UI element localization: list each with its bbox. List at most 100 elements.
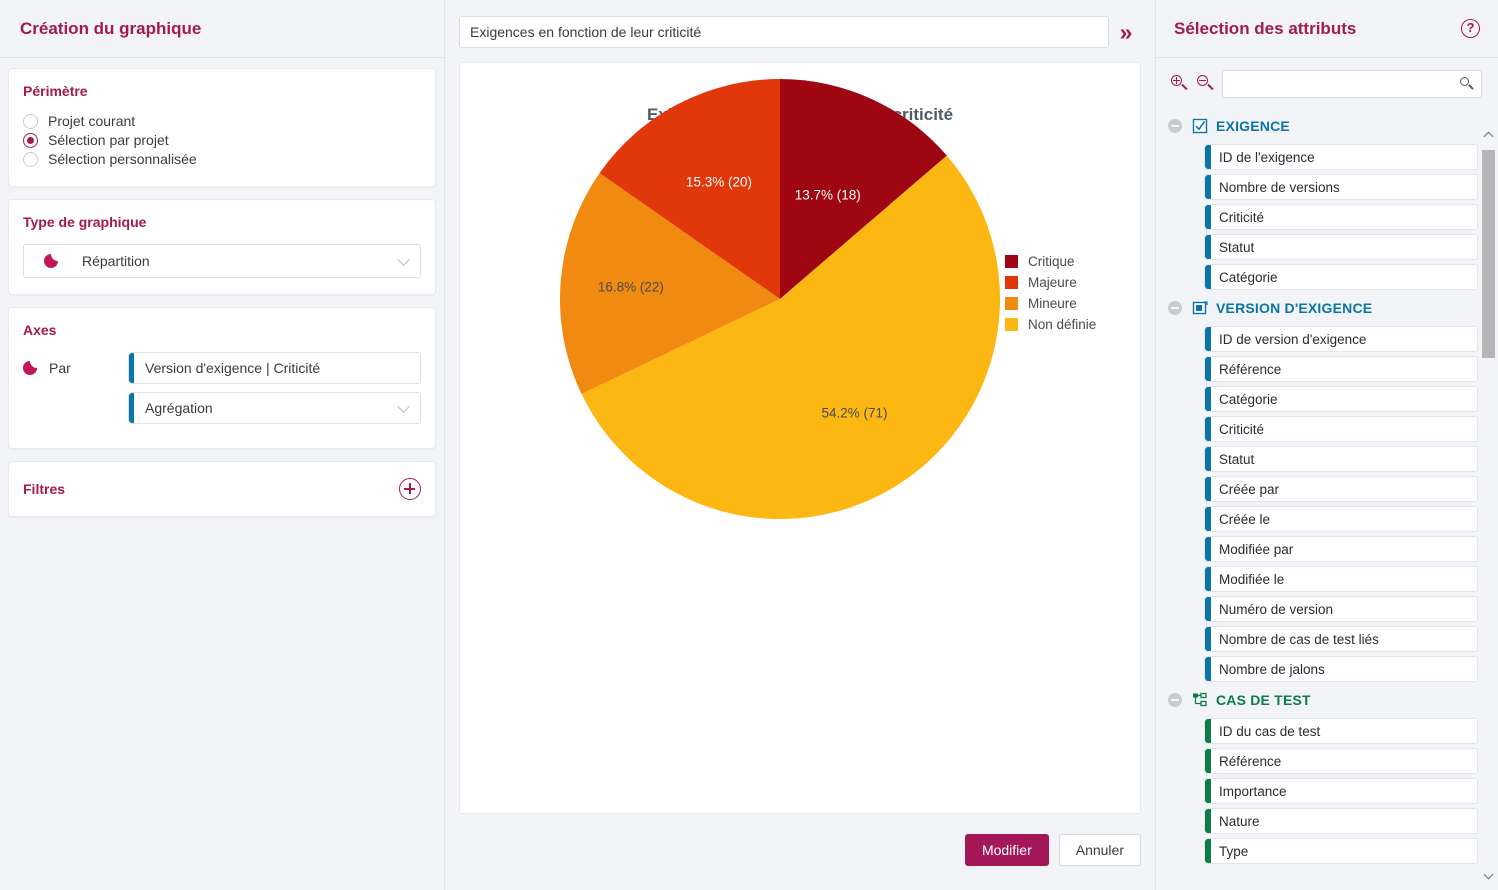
attribute-group-cas-de-test[interactable]: CAS DE TEST: [1164, 686, 1478, 714]
axes-card: Axes Par Version d'exigence | Criticité …: [8, 307, 436, 449]
attribute-item-label: Modifiée le: [1219, 572, 1284, 587]
attribute-item-label: Nombre de versions: [1219, 180, 1340, 195]
radio-selection-personnalisee[interactable]: Sélection personnalisée: [23, 151, 421, 167]
radio-selection-par-projet[interactable]: Sélection par projet: [23, 132, 421, 148]
attribute-item-label: ID de l'exigence: [1219, 150, 1315, 165]
attribute-item[interactable]: Importance: [1204, 778, 1478, 804]
attribute-item[interactable]: Modifiée le: [1204, 566, 1478, 592]
attribute-item-label: Modifiée par: [1219, 542, 1293, 557]
attribute-tree[interactable]: EXIGENCE ID de l'exigence Nombre de versio…: [1156, 108, 1498, 890]
minus-circle-icon[interactable]: [1168, 301, 1182, 315]
attribute-item[interactable]: Catégorie: [1204, 264, 1478, 290]
attribute-item[interactable]: ID de version d'exigence: [1204, 326, 1478, 352]
action-buttons: Modifier Annuler: [445, 814, 1155, 890]
radio-label-projet-courant: Projet courant: [48, 113, 135, 129]
attribute-item[interactable]: Créée par: [1204, 476, 1478, 502]
attribute-group-label: CAS DE TEST: [1216, 692, 1311, 708]
attribute-group-exigence[interactable]: EXIGENCE: [1164, 112, 1478, 140]
attribute-item-label: Créée le: [1219, 512, 1270, 527]
chevron-up-icon[interactable]: [1481, 128, 1496, 144]
attribute-selection-panel: Sélection des attributs ? EXIGENCE ID de …: [1155, 0, 1498, 890]
search-icon[interactable]: [1459, 76, 1475, 92]
attribute-item-label: Nature: [1219, 814, 1260, 829]
legend-item-mineure: Mineure: [1005, 293, 1096, 314]
legend-label-majeure: Majeure: [1028, 275, 1077, 290]
attribute-item-label: Nombre de jalons: [1219, 662, 1325, 677]
pie-chart-icon-axes: [23, 361, 37, 375]
attribute-item-label: Nombre de cas de test liés: [1219, 632, 1379, 647]
attribute-group-label: VERSION D'EXIGENCE: [1216, 300, 1372, 316]
chevron-down-icon-aggregation[interactable]: [397, 400, 410, 413]
radio-icon-projet-courant[interactable]: [23, 114, 38, 129]
attribute-item[interactable]: ID de l'exigence: [1204, 144, 1478, 170]
chart-container: Exigences en fonction de leur criticité …: [459, 62, 1141, 814]
aggregation-select[interactable]: Agrégation: [128, 392, 421, 424]
filtres-card: Filtres: [8, 461, 436, 517]
minus-circle-icon[interactable]: [1168, 693, 1182, 707]
attribute-search-bar: [1156, 58, 1498, 108]
attribute-item[interactable]: Criticité: [1204, 416, 1478, 442]
chart-type-select[interactable]: Répartition: [23, 244, 421, 278]
legend-item-majeure: Majeure: [1005, 272, 1096, 293]
attribute-item-label: ID du cas de test: [1219, 724, 1320, 739]
attribute-group-label: EXIGENCE: [1216, 118, 1290, 134]
search-input[interactable]: [1229, 76, 1459, 93]
minus-circle-icon[interactable]: [1168, 119, 1182, 133]
chart-name-input[interactable]: [459, 16, 1109, 48]
attribute-item-label: Statut: [1219, 240, 1254, 255]
zoom-out-icon[interactable]: [1196, 74, 1216, 94]
attribute-item[interactable]: Catégorie: [1204, 386, 1478, 412]
attribute-item[interactable]: Référence: [1204, 356, 1478, 382]
attribute-tree-scrollbar[interactable]: [1481, 128, 1496, 884]
axis-attribute-value: Version d'exigence | Criticité: [145, 360, 320, 376]
attribute-item[interactable]: Criticité: [1204, 204, 1478, 230]
attribute-item[interactable]: Numéro de version: [1204, 596, 1478, 622]
radio-icon-selection-par-projet[interactable]: [23, 133, 38, 148]
axis-attribute-field[interactable]: Version d'exigence | Criticité: [128, 352, 421, 384]
attribute-search-field[interactable]: [1222, 70, 1482, 98]
chart-preview-panel: » Exigences en fonction de leur criticit…: [445, 0, 1155, 890]
pie-chart-svg[interactable]: [550, 71, 1010, 531]
radio-label-selection-personnalisee: Sélection personnalisée: [48, 151, 197, 167]
attribute-item[interactable]: Statut: [1204, 446, 1478, 472]
chart-type-value: Répartition: [82, 253, 150, 269]
attribute-item[interactable]: Type: [1204, 838, 1478, 864]
legend-item-non-definie: Non définie: [1005, 314, 1096, 335]
attribute-item-label: Numéro de version: [1219, 602, 1333, 617]
right-panel-header: Sélection des attributs ?: [1156, 0, 1498, 58]
attribute-group-version-d-exigence[interactable]: VERSION D'EXIGENCE: [1164, 294, 1478, 322]
attribute-panel-title: Sélection des attributs: [1164, 19, 1356, 39]
chevron-double-right-icon[interactable]: »: [1109, 21, 1143, 44]
attribute-item[interactable]: Nombre de jalons: [1204, 656, 1478, 682]
attribute-item[interactable]: Statut: [1204, 234, 1478, 260]
attribute-item-label: Criticité: [1219, 210, 1264, 225]
zoom-in-icon[interactable]: [1170, 74, 1190, 94]
attribute-item-label: ID de version d'exigence: [1219, 332, 1366, 347]
attribute-item[interactable]: Nombre de versions: [1204, 174, 1478, 200]
perimetre-card: Périmètre Projet courant Sélection par p…: [8, 68, 436, 187]
attribute-item[interactable]: Modifiée par: [1204, 536, 1478, 562]
radio-icon-selection-personnalisee[interactable]: [23, 152, 38, 167]
axes-par-label: Par: [49, 360, 71, 376]
attribute-item[interactable]: Nombre de cas de test liés: [1204, 626, 1478, 652]
attribute-item[interactable]: ID du cas de test: [1204, 718, 1478, 744]
question-circle-icon[interactable]: ?: [1461, 19, 1480, 38]
annuler-button[interactable]: Annuler: [1059, 834, 1141, 866]
legend-label-mineure: Mineure: [1028, 296, 1077, 311]
attribute-item-label: Type: [1219, 844, 1248, 859]
attribute-item[interactable]: Créée le: [1204, 506, 1478, 532]
attribute-item[interactable]: Nature: [1204, 808, 1478, 834]
scrollbar-thumb[interactable]: [1482, 150, 1495, 358]
attribute-item-label: Importance: [1219, 784, 1287, 799]
chevron-down-icon-scroll[interactable]: [1481, 868, 1496, 884]
tree-node-icon: [1192, 692, 1208, 708]
modifier-button[interactable]: Modifier: [965, 834, 1049, 866]
radio-projet-courant[interactable]: Projet courant: [23, 113, 421, 129]
chart-creation-panel: Création du graphique Périmètre Projet c…: [0, 0, 445, 890]
chart-name-row: »: [445, 0, 1155, 62]
chevron-down-icon[interactable]: [397, 253, 410, 266]
attribute-item-label: Créée par: [1219, 482, 1279, 497]
attribute-item[interactable]: Référence: [1204, 748, 1478, 774]
plus-circle-icon[interactable]: [399, 478, 421, 500]
version-box-icon: [1192, 300, 1208, 316]
